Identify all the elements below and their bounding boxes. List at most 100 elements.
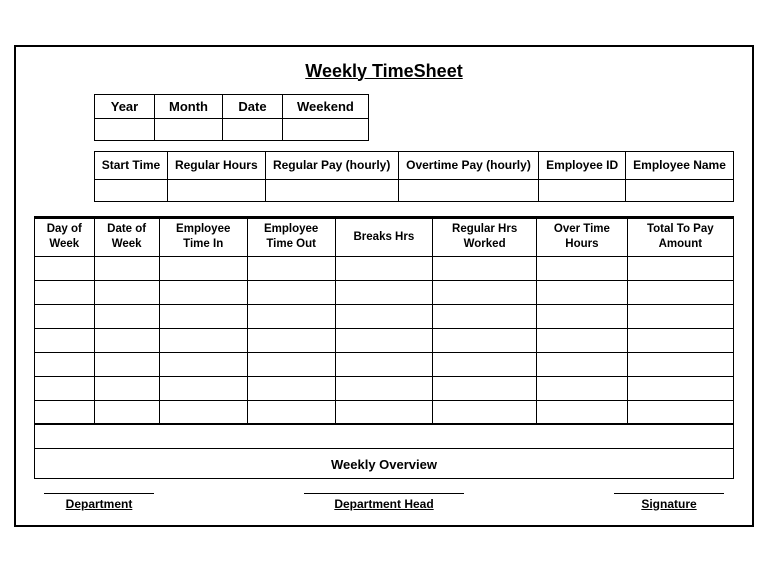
info-date-header: Date <box>222 94 282 118</box>
emp-id-header: Employee ID <box>539 151 626 179</box>
info-month-header: Month <box>155 94 223 118</box>
cell-date[interactable] <box>94 400 159 424</box>
cell-regular-hrs[interactable] <box>433 376 537 400</box>
cell-date[interactable] <box>94 280 159 304</box>
cell-date[interactable] <box>94 304 159 328</box>
info-month-value[interactable] <box>155 118 223 140</box>
cell-total-pay[interactable] <box>627 376 733 400</box>
cell-overtime[interactable] <box>537 304 628 328</box>
cell-time-out[interactable] <box>247 280 335 304</box>
cell-overtime[interactable] <box>537 280 628 304</box>
cell-breaks[interactable] <box>335 280 432 304</box>
col-day-of-week: Day ofWeek <box>35 218 95 256</box>
department-label: Department <box>66 497 133 511</box>
cell-day[interactable] <box>35 304 95 328</box>
info-year-value[interactable] <box>95 118 155 140</box>
cell-date[interactable] <box>94 328 159 352</box>
cell-total-pay[interactable] <box>627 400 733 424</box>
cell-overtime[interactable] <box>537 376 628 400</box>
emp-name-value[interactable] <box>626 179 734 201</box>
col-breaks-hrs: Breaks Hrs <box>335 218 432 256</box>
cell-overtime[interactable] <box>537 400 628 424</box>
cell-breaks[interactable] <box>335 376 432 400</box>
cell-regular-hrs[interactable] <box>433 256 537 280</box>
cell-time-out[interactable] <box>247 352 335 376</box>
col-employee-time-out: EmployeeTime Out <box>247 218 335 256</box>
cell-overtime[interactable] <box>537 352 628 376</box>
cell-day[interactable] <box>35 328 95 352</box>
info-date-value[interactable] <box>222 118 282 140</box>
cell-breaks[interactable] <box>335 400 432 424</box>
cell-regular-hrs[interactable] <box>433 352 537 376</box>
emp-regular-pay-header: Regular Pay (hourly) <box>265 151 398 179</box>
cell-time-out[interactable] <box>247 400 335 424</box>
cell-day[interactable] <box>35 352 95 376</box>
emp-start-time-value[interactable] <box>95 179 168 201</box>
cell-time-in[interactable] <box>159 328 247 352</box>
info-weekend-value[interactable] <box>282 118 368 140</box>
cell-time-out[interactable] <box>247 304 335 328</box>
emp-overtime-pay-header: Overtime Pay (hourly) <box>398 151 539 179</box>
cell-day[interactable] <box>35 400 95 424</box>
department-head-sig-line <box>304 493 464 494</box>
cell-total-pay[interactable] <box>627 352 733 376</box>
cell-time-out[interactable] <box>247 328 335 352</box>
table-row <box>35 328 734 352</box>
main-timesheet-table: Day ofWeek Date ofWeek EmployeeTime In E… <box>34 218 734 449</box>
cell-breaks[interactable] <box>335 256 432 280</box>
cell-time-out[interactable] <box>247 256 335 280</box>
cell-time-in[interactable] <box>159 400 247 424</box>
table-row <box>35 352 734 376</box>
info-table: Year Month Date Weekend <box>94 94 369 141</box>
weekly-overview-label: Weekly Overview <box>331 457 437 472</box>
cell-overtime[interactable] <box>537 256 628 280</box>
cell-total-pay[interactable] <box>627 280 733 304</box>
col-regular-hrs-worked: Regular HrsWorked <box>433 218 537 256</box>
cell-time-in[interactable] <box>159 280 247 304</box>
emp-regular-hours-header: Regular Hours <box>167 151 265 179</box>
emp-name-header: Employee Name <box>626 151 734 179</box>
cell-time-in[interactable] <box>159 256 247 280</box>
cell-breaks[interactable] <box>335 304 432 328</box>
signature-label: Signature <box>641 497 696 511</box>
cell-total-pay[interactable] <box>627 304 733 328</box>
emp-overtime-pay-value[interactable] <box>398 179 539 201</box>
cell-breaks[interactable] <box>335 328 432 352</box>
table-row <box>35 400 734 424</box>
cell-day[interactable] <box>35 376 95 400</box>
cell-breaks[interactable] <box>335 352 432 376</box>
table-row <box>35 376 734 400</box>
cell-date[interactable] <box>94 256 159 280</box>
cell-regular-hrs[interactable] <box>433 280 537 304</box>
cell-regular-hrs[interactable] <box>433 400 537 424</box>
spacer-row <box>35 424 734 448</box>
col-employee-time-in: EmployeeTime In <box>159 218 247 256</box>
table-row <box>35 304 734 328</box>
cell-date[interactable] <box>94 352 159 376</box>
info-year-header: Year <box>95 94 155 118</box>
col-date-of-week: Date ofWeek <box>94 218 159 256</box>
weekly-overview: Weekly Overview <box>34 449 734 479</box>
weekly-timesheet-page: Weekly TimeSheet Year Month Date Weekend… <box>14 45 754 527</box>
cell-time-out[interactable] <box>247 376 335 400</box>
cell-overtime[interactable] <box>537 328 628 352</box>
cell-time-in[interactable] <box>159 304 247 328</box>
cell-regular-hrs[interactable] <box>433 328 537 352</box>
signature-sig-line <box>614 493 724 494</box>
cell-regular-hrs[interactable] <box>433 304 537 328</box>
emp-regular-pay-value[interactable] <box>265 179 398 201</box>
cell-day[interactable] <box>35 256 95 280</box>
cell-time-in[interactable] <box>159 376 247 400</box>
cell-total-pay[interactable] <box>627 256 733 280</box>
employee-info-table: Start Time Regular Hours Regular Pay (ho… <box>94 151 734 202</box>
emp-regular-hours-value[interactable] <box>167 179 265 201</box>
emp-id-value[interactable] <box>539 179 626 201</box>
col-over-time-hours: Over TimeHours <box>537 218 628 256</box>
cell-day[interactable] <box>35 280 95 304</box>
emp-start-time-header: Start Time <box>95 151 168 179</box>
department-sig-line <box>44 493 154 494</box>
department-head-label: Department Head <box>334 497 433 511</box>
cell-total-pay[interactable] <box>627 328 733 352</box>
cell-date[interactable] <box>94 376 159 400</box>
cell-time-in[interactable] <box>159 352 247 376</box>
